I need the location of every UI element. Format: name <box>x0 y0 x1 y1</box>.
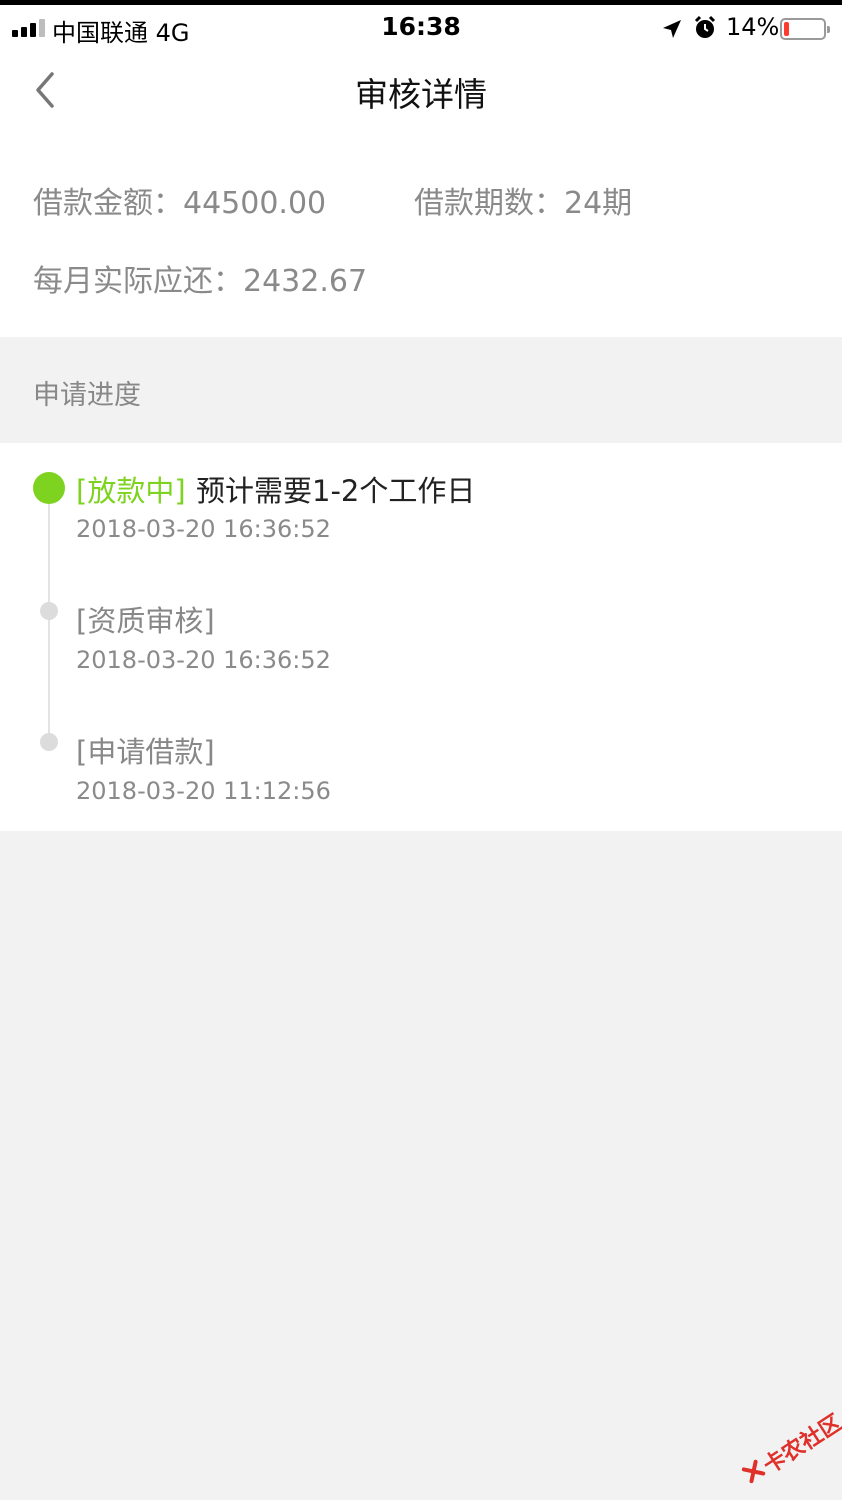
progress-section-header: 申请进度 <box>0 337 842 443</box>
location-arrow-icon <box>663 20 681 38</box>
watermark-text: 卡农社区 <box>759 1410 842 1480</box>
status-bar: 中国联通 4G 16:38 14% <box>0 5 842 50</box>
alarm-clock-icon <box>694 15 716 38</box>
step-status-disbursing: [放款中] <box>76 474 186 508</box>
step-note: 预计需要1-2个工作日 <box>196 474 476 508</box>
timeline-dot <box>40 733 58 751</box>
step-time: 2018-03-20 11:12:56 <box>76 777 331 805</box>
loan-amount: 借款金额：44500.00 <box>33 186 327 221</box>
page-title: 审核详情 <box>355 75 487 114</box>
navigation-bar: 审核详情 <box>0 50 842 136</box>
progress-timeline: [放款中] 预计需要1-2个工作日 2018-03-20 16:36:52 [资… <box>0 443 842 831</box>
step-status-loan-application: [申请借款] <box>76 735 215 769</box>
progress-section-title: 申请进度 <box>33 380 141 411</box>
step-status-qualification-review: [资质审核] <box>76 604 215 638</box>
loan-periods: 借款期数：24期 <box>414 186 633 221</box>
battery-percentage: 14% <box>726 13 780 41</box>
battery-icon <box>780 18 830 40</box>
step-time: 2018-03-20 16:36:52 <box>76 515 331 543</box>
loan-summary: 借款金额：44500.00 借款期数：24期 每月实际应还：2432.67 <box>0 136 842 337</box>
timeline-dot <box>40 602 58 620</box>
timeline-dot-active <box>33 472 65 504</box>
watermark-logo: 卡农社区 <box>728 1396 842 1500</box>
step-time: 2018-03-20 16:36:52 <box>76 646 331 674</box>
monthly-repayment: 每月实际应还：2432.67 <box>33 264 368 299</box>
